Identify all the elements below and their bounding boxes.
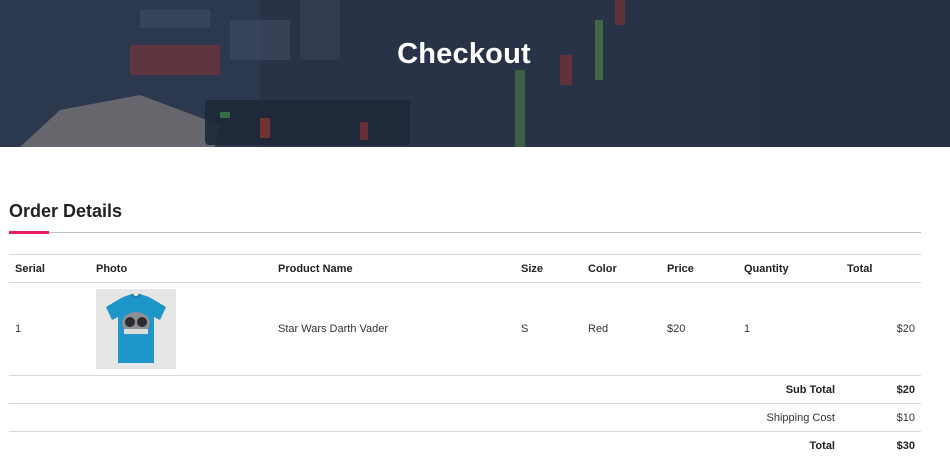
cell-color: Red [582, 282, 661, 376]
section-title-accent [9, 231, 49, 234]
header-serial: Serial [9, 254, 90, 283]
cell-size: S [515, 282, 582, 376]
header-color: Color [582, 254, 661, 283]
cell-photo [90, 282, 272, 376]
shipping-cost-row: Shipping Cost $10 [9, 403, 921, 432]
cell-total: $20 [841, 282, 921, 376]
header-price: Price [661, 254, 738, 283]
header-total: Total [841, 254, 921, 283]
cell-quantity: 1 [738, 282, 841, 376]
header-size: Size [515, 254, 582, 283]
table-header-row: Serial Photo Product Name Size Color Pri… [9, 254, 921, 283]
grand-total-value: $30 [896, 439, 915, 452]
cell-product-name: Star Wars Darth Vader [272, 282, 515, 376]
tshirt-image[interactable] [96, 289, 176, 369]
table-row: 1 Star Wars Darth Vader S Red $20 1 $20 [9, 282, 921, 376]
page-title: Checkout [397, 38, 531, 70]
sub-total-label: Sub Total [9, 375, 841, 404]
shipping-cost-value: $10 [841, 403, 921, 432]
section-divider [9, 232, 921, 233]
header-quantity: Quantity [738, 254, 841, 283]
page-banner: Checkout [0, 0, 950, 147]
header-photo: Photo [90, 254, 272, 283]
shipping-cost-label: Shipping Cost [9, 403, 841, 432]
sub-total-row: Sub Total $20 [9, 375, 921, 404]
section-title: Order Details [9, 201, 123, 221]
cell-serial: 1 [9, 282, 90, 376]
grand-total-label: Total [809, 439, 835, 452]
header-product-name: Product Name [272, 254, 515, 283]
sub-total-value: $20 [841, 375, 921, 404]
order-details-table: Serial Photo Product Name Size Color Pri… [9, 254, 921, 460]
cell-price: $20 [661, 282, 738, 376]
grand-total-row: Total $30 [9, 432, 921, 460]
banner-overlay [0, 0, 950, 147]
